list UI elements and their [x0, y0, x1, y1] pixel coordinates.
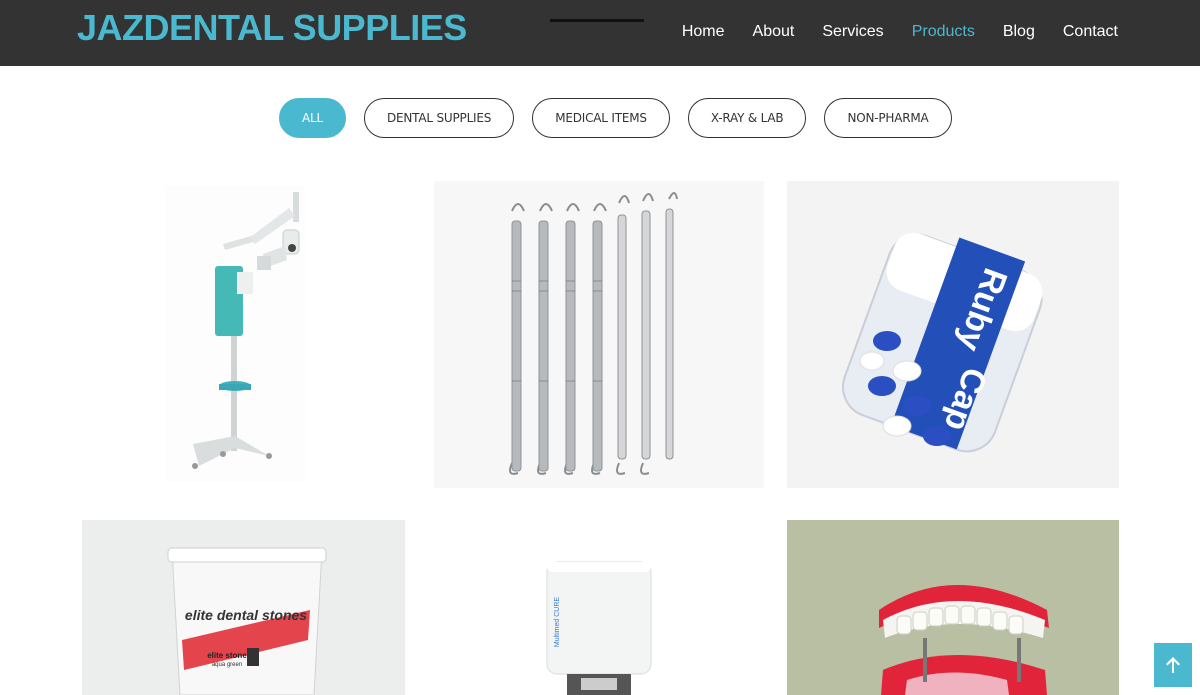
nav-about[interactable]: About: [753, 21, 795, 43]
product-teeth-model[interactable]: [787, 520, 1119, 695]
nav-services[interactable]: Services: [822, 21, 883, 43]
dental-stones-image: elite dental stones elite stone aqua gre…: [82, 520, 405, 695]
filter-medical-items[interactable]: MEDICAL ITEMS: [532, 98, 670, 138]
product-cure-device[interactable]: Multimed CURE: [545, 560, 653, 695]
nav-blog[interactable]: Blog: [1003, 21, 1035, 43]
product-ruby-cap[interactable]: Ruby Cap: [787, 181, 1119, 488]
xray-unit-image: [192, 192, 300, 469]
filter-xray-lab[interactable]: X-RAY & LAB: [687, 98, 807, 138]
cure-device-image: Multimed CURE: [546, 561, 652, 695]
filter-all[interactable]: ALL: [279, 98, 346, 138]
header-divider: [550, 19, 644, 22]
bucket-sub-1: elite stone: [207, 651, 247, 660]
product-dental-stones[interactable]: elite dental stones elite stone aqua gre…: [82, 520, 405, 695]
dental-instruments-image: [509, 192, 678, 475]
filter-dental-supplies[interactable]: DENTAL SUPPLIES: [363, 98, 515, 138]
product-filters: ALL DENTAL SUPPLIES MEDICAL ITEMS X-RAY …: [279, 98, 952, 138]
nav-home[interactable]: Home: [682, 21, 725, 43]
back-to-top-button[interactable]: [1154, 643, 1192, 687]
product-xray-unit[interactable]: [165, 186, 305, 482]
site-logo[interactable]: JAZDENTAL SUPPLIES: [77, 8, 467, 48]
nav-contact[interactable]: Contact: [1063, 21, 1118, 43]
arrow-up-icon: [1166, 657, 1180, 673]
teeth-model-image: [787, 520, 1119, 695]
device-label: Multimed CURE: [554, 597, 561, 648]
ruby-cap-image: Ruby Cap: [842, 232, 1043, 453]
bucket-sub-2: aqua green: [212, 662, 242, 668]
nav-products[interactable]: Products: [912, 21, 975, 43]
filter-non-pharma[interactable]: NON-PHARMA: [824, 98, 952, 138]
site-header: JAZDENTAL SUPPLIES Home About Services P…: [0, 0, 1200, 66]
main-nav: Home About Services Products Blog Contac…: [682, 21, 1118, 43]
bucket-label: elite dental stones: [185, 607, 307, 623]
product-dental-instruments[interactable]: [434, 181, 764, 488]
